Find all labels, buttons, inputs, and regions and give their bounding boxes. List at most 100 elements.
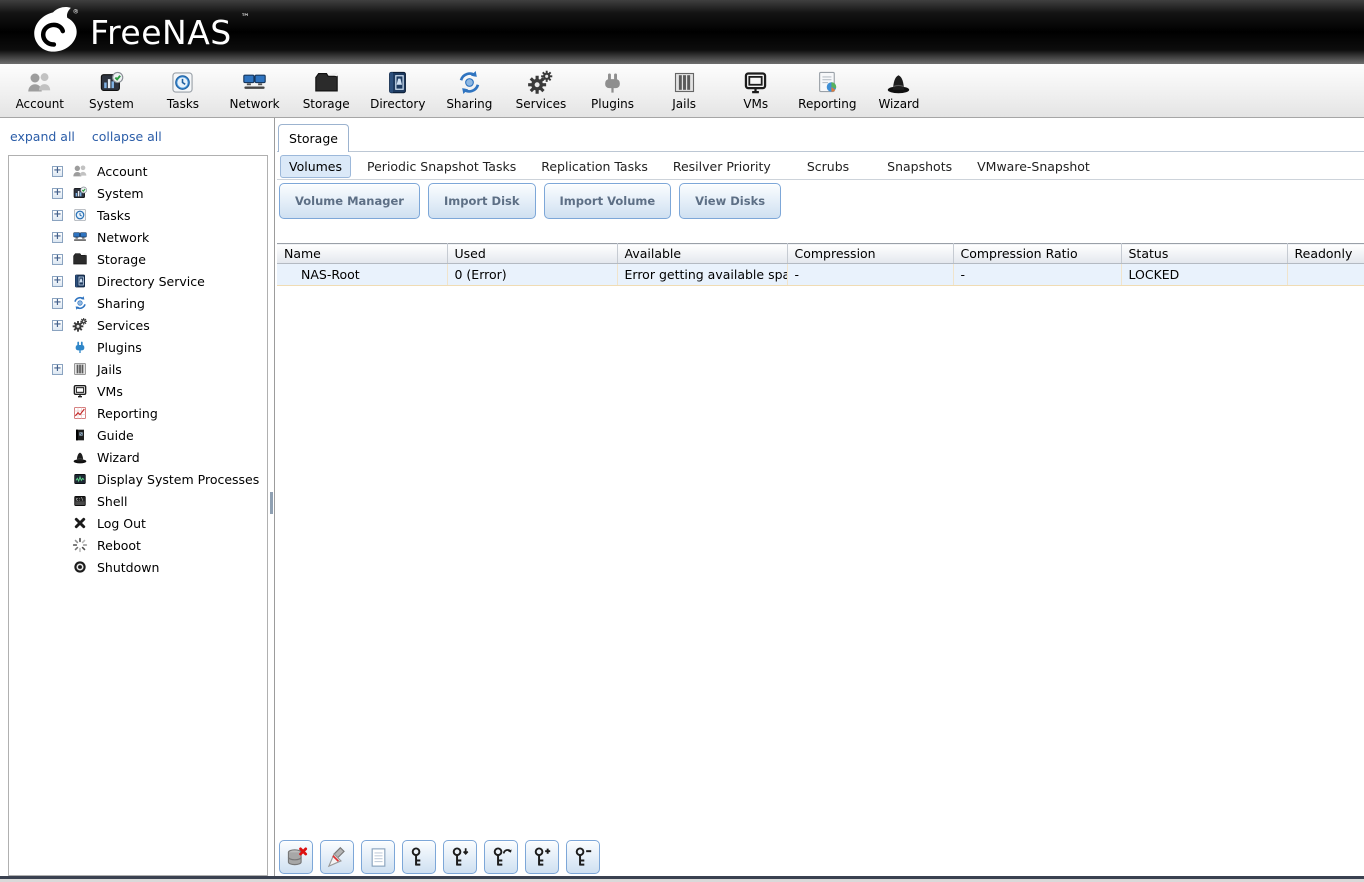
expand-plus-icon[interactable] (52, 188, 63, 199)
volume-manager-button[interactable]: Volume Manager (279, 183, 420, 219)
sidebar-item-plugins[interactable]: Plugins (49, 336, 267, 358)
unlock-key-button[interactable] (402, 840, 436, 874)
sidebar-item-network[interactable]: Network (49, 226, 267, 248)
sidebar-item-shutdown[interactable]: Shutdown (49, 556, 267, 578)
view-disks-button[interactable]: View Disks (679, 183, 781, 219)
sidebar-item-display-system-processes[interactable]: Display System Processes (49, 468, 267, 490)
add-recovery-key-button[interactable] (525, 840, 559, 874)
sidebar-item-tasks[interactable]: Tasks (49, 204, 267, 226)
detach-volume-button[interactable] (279, 840, 313, 874)
download-key-button[interactable] (443, 840, 477, 874)
tasks-icon (169, 69, 196, 96)
collapse-all-link[interactable]: collapse all (92, 129, 162, 144)
sidebar-item-vms[interactable]: VMs (49, 380, 267, 402)
sidebar-item-account[interactable]: Account (49, 160, 267, 182)
add-recovery-key-icon (531, 846, 554, 869)
tab-storage[interactable]: Storage (278, 124, 349, 152)
toolbar-item-wizard[interactable]: Wizard (863, 64, 935, 111)
sidebar-splitter[interactable] (274, 118, 275, 876)
sidebar-item-directory-service[interactable]: Directory Service (49, 270, 267, 292)
plugins-blue-icon (72, 339, 88, 355)
icon-toolbar: AccountSystemTasksNetworkStorageDirector… (0, 64, 1364, 118)
import-volume-button[interactable]: Import Volume (544, 183, 672, 219)
expand-plus-icon[interactable] (52, 254, 63, 265)
table-cell: - (953, 264, 1121, 286)
tree-item-label: Shell (97, 494, 128, 509)
splitter-handle[interactable] (270, 492, 273, 514)
subtab-vmware-snapshot[interactable]: VMware-Snapshot (968, 155, 1099, 178)
subtab-divider (277, 179, 1364, 180)
toolbar-item-jails[interactable]: Jails (648, 64, 720, 111)
toolbar-item-network[interactable]: Network (219, 64, 291, 111)
remove-recovery-key-button[interactable] (566, 840, 600, 874)
toolbar-item-services[interactable]: Services (505, 64, 577, 111)
toolbar-item-directory[interactable]: Directory (362, 64, 434, 111)
system-icon (98, 69, 125, 96)
app-footer (0, 876, 1364, 882)
scrub-volume-button[interactable] (320, 840, 354, 874)
expand-plus-icon[interactable] (52, 276, 63, 287)
table-header-row: NameUsedAvailableCompressionCompression … (277, 244, 1364, 264)
column-header-readonly[interactable]: Readonly (1287, 244, 1364, 264)
column-header-available[interactable]: Available (617, 244, 787, 264)
storage-icon (313, 69, 340, 96)
toolbar-item-vms[interactable]: VMs (720, 64, 792, 111)
expand-plus-icon[interactable] (52, 298, 63, 309)
toolbar-item-plugins[interactable]: Plugins (577, 64, 649, 111)
subtab-replication-tasks[interactable]: Replication Tasks (532, 155, 657, 178)
sidebar-item-system[interactable]: System (49, 182, 267, 204)
subtab-volumes[interactable]: Volumes (280, 155, 351, 178)
sidebar-item-reboot[interactable]: Reboot (49, 534, 267, 556)
table-cell: LOCKED (1121, 264, 1287, 286)
vms-icon (742, 69, 769, 96)
rekey-button[interactable] (484, 840, 518, 874)
tree-item-label: Jails (97, 362, 122, 377)
column-header-status[interactable]: Status (1121, 244, 1287, 264)
expand-plus-icon[interactable] (52, 320, 63, 331)
sidebar-item-log-out[interactable]: Log Out (49, 512, 267, 534)
freenas-logo[interactable]: ® FreeNAS ™ (24, 7, 249, 57)
column-header-compression-ratio[interactable]: Compression Ratio (953, 244, 1121, 264)
toolbar-item-account[interactable]: Account (4, 64, 76, 111)
sidebar-item-jails[interactable]: Jails (49, 358, 267, 380)
tree-item-label: Reboot (97, 538, 141, 553)
vms-icon (72, 383, 88, 399)
sidebar-item-shell[interactable]: c:\Shell (49, 490, 267, 512)
subtab-periodic-snapshot-tasks[interactable]: Periodic Snapshot Tasks (358, 155, 525, 178)
toolbar-item-system[interactable]: System (76, 64, 148, 111)
expander-column (51, 254, 64, 265)
volume-status-button[interactable] (361, 840, 395, 874)
sidebar-item-wizard[interactable]: Wizard (49, 446, 267, 468)
sidebar-item-services[interactable]: Services (49, 314, 267, 336)
expand-plus-icon[interactable] (52, 232, 63, 243)
tree-item-label: Log Out (97, 516, 146, 531)
sidebar-item-sharing[interactable]: Sharing (49, 292, 267, 314)
subtab-scrubs[interactable]: Scrubs (798, 155, 858, 178)
toolbar-item-sharing[interactable]: Sharing (434, 64, 506, 111)
import-disk-button[interactable]: Import Disk (428, 183, 536, 219)
reporting-chart-icon (72, 405, 88, 421)
expand-all-link[interactable]: expand all (10, 129, 75, 144)
volume-row-nas-root[interactable]: NAS-Root0 (Error)Error getting available… (277, 264, 1364, 286)
sidebar-item-storage[interactable]: Storage (49, 248, 267, 270)
subtab-snapshots[interactable]: Snapshots (878, 155, 961, 178)
sidebar-item-guide[interactable]: Guide (49, 424, 267, 446)
sidebar-item-reporting[interactable]: Reporting (49, 402, 267, 424)
toolbar-item-tasks[interactable]: Tasks (147, 64, 219, 111)
main-content: Storage Volumes Periodic Snapshot Tasks Re… (277, 118, 1364, 876)
toolbar-item-storage[interactable]: Storage (290, 64, 362, 111)
tree-item-label: Reporting (97, 406, 158, 421)
app-header: ® FreeNAS ™ (0, 0, 1364, 64)
expand-plus-icon[interactable] (52, 364, 63, 375)
column-header-compression[interactable]: Compression (787, 244, 953, 264)
expand-plus-icon[interactable] (52, 166, 63, 177)
column-header-used[interactable]: Used (447, 244, 617, 264)
toolbar-item-reporting[interactable]: Reporting (792, 64, 864, 111)
expand-plus-icon[interactable] (52, 210, 63, 221)
column-header-name[interactable]: Name (277, 244, 447, 264)
volume-actions: Volume ManagerImport DiskImport VolumeVi… (279, 183, 781, 219)
table-cell: - (787, 264, 953, 286)
detach-volume-icon (285, 846, 308, 869)
subtab-resilver-priority[interactable]: Resilver Priority (664, 155, 780, 178)
table-cell: NAS-Root (277, 264, 447, 286)
